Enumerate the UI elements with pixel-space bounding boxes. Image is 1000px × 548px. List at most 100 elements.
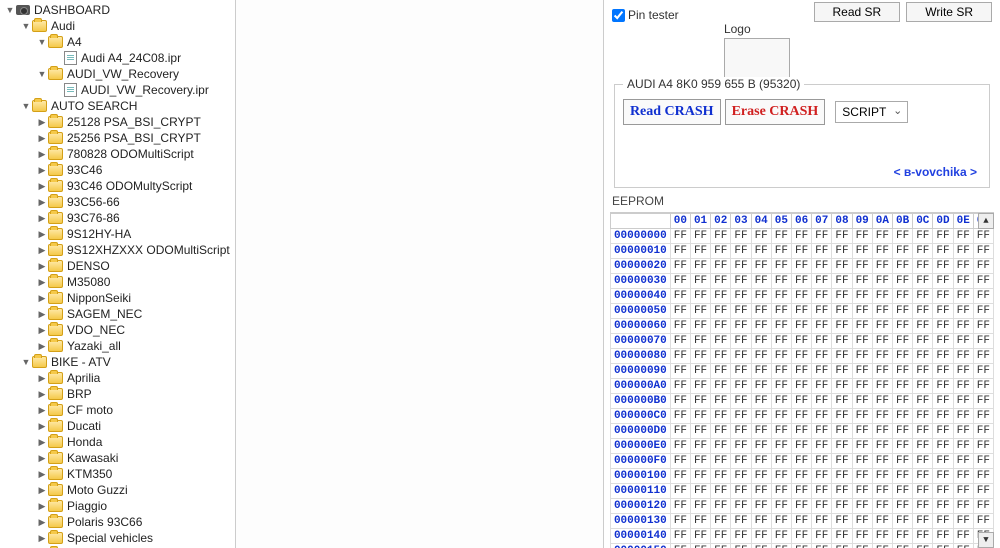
hex-cell[interactable]: FF	[852, 229, 872, 244]
hex-cell[interactable]: FF	[751, 289, 771, 304]
hex-cell[interactable]: FF	[973, 439, 993, 454]
hex-cell[interactable]: FF	[690, 379, 710, 394]
hex-cell[interactable]: FF	[731, 304, 751, 319]
hex-cell[interactable]: FF	[812, 409, 832, 424]
hex-cell[interactable]: FF	[731, 544, 751, 548]
hex-cell[interactable]: FF	[812, 469, 832, 484]
expander-icon[interactable]	[36, 324, 48, 336]
hex-cell[interactable]: FF	[751, 499, 771, 514]
hex-cell[interactable]: FF	[791, 364, 811, 379]
hex-cell[interactable]: FF	[711, 409, 731, 424]
hex-cell[interactable]: FF	[953, 529, 973, 544]
hex-cell[interactable]: FF	[832, 484, 852, 499]
hex-cell[interactable]: FF	[791, 424, 811, 439]
hex-cell[interactable]: FF	[812, 439, 832, 454]
hex-cell[interactable]: FF	[953, 514, 973, 529]
hex-cell[interactable]: FF	[670, 544, 690, 548]
hex-cell[interactable]: FF	[832, 274, 852, 289]
hex-cell[interactable]: FF	[751, 274, 771, 289]
hex-cell[interactable]: FF	[973, 274, 993, 289]
hex-cell[interactable]: FF	[670, 244, 690, 259]
hex-cell[interactable]: FF	[852, 259, 872, 274]
hex-cell[interactable]: FF	[751, 394, 771, 409]
hex-cell[interactable]: FF	[751, 379, 771, 394]
hex-cell[interactable]: FF	[670, 334, 690, 349]
hex-cell[interactable]: FF	[913, 259, 933, 274]
hex-cell[interactable]: FF	[913, 469, 933, 484]
hex-cell[interactable]: FF	[872, 469, 892, 484]
expander-icon[interactable]	[36, 388, 48, 400]
hex-cell[interactable]: FF	[690, 469, 710, 484]
hex-cell[interactable]: FF	[852, 334, 872, 349]
hex-cell[interactable]: FF	[852, 469, 872, 484]
hex-cell[interactable]: FF	[913, 439, 933, 454]
hex-cell[interactable]: FF	[852, 394, 872, 409]
hex-cell[interactable]: FF	[892, 334, 912, 349]
hex-cell[interactable]: FF	[913, 409, 933, 424]
hex-cell[interactable]: FF	[933, 334, 953, 349]
expander-icon[interactable]	[36, 500, 48, 512]
hex-cell[interactable]: FF	[771, 469, 791, 484]
hex-cell[interactable]: FF	[670, 469, 690, 484]
hex-cell[interactable]: FF	[973, 484, 993, 499]
hex-cell[interactable]: FF	[933, 454, 953, 469]
hex-cell[interactable]: FF	[670, 424, 690, 439]
hex-cell[interactable]: FF	[953, 544, 973, 548]
hex-cell[interactable]: FF	[892, 409, 912, 424]
hex-cell[interactable]: FF	[913, 244, 933, 259]
hex-cell[interactable]: FF	[872, 394, 892, 409]
hex-cell[interactable]: FF	[812, 289, 832, 304]
hex-cell[interactable]: FF	[731, 409, 751, 424]
hex-cell[interactable]: FF	[711, 544, 731, 548]
hex-cell[interactable]: FF	[812, 244, 832, 259]
hex-cell[interactable]: FF	[670, 349, 690, 364]
hex-cell[interactable]: FF	[812, 349, 832, 364]
expander-icon[interactable]	[36, 420, 48, 432]
hex-cell[interactable]: FF	[771, 349, 791, 364]
hex-cell[interactable]: FF	[731, 259, 751, 274]
hex-cell[interactable]: FF	[913, 484, 933, 499]
hex-cell[interactable]: FF	[872, 439, 892, 454]
file-tree[interactable]: DASHBOARDAudiA4Audi A4_24C08.iprAUDI_VW_…	[0, 0, 236, 548]
hex-cell[interactable]: FF	[791, 319, 811, 334]
hex-cell[interactable]: FF	[751, 244, 771, 259]
hex-cell[interactable]: FF	[892, 319, 912, 334]
tree-item[interactable]: 9S12XHZXXX ODOMultiScript	[0, 242, 235, 258]
hex-cell[interactable]: FF	[771, 529, 791, 544]
hex-cell[interactable]: FF	[872, 304, 892, 319]
hex-cell[interactable]: FF	[771, 229, 791, 244]
hex-cell[interactable]: FF	[670, 304, 690, 319]
tree-item[interactable]: 780828 ODOMultiScript	[0, 146, 235, 162]
hex-cell[interactable]: FF	[973, 289, 993, 304]
hex-cell[interactable]: FF	[953, 484, 973, 499]
hex-cell[interactable]: FF	[832, 439, 852, 454]
expander-icon[interactable]	[4, 4, 16, 16]
expander-icon[interactable]	[36, 452, 48, 464]
hex-cell[interactable]: FF	[973, 424, 993, 439]
hex-cell[interactable]: FF	[791, 259, 811, 274]
hex-cell[interactable]: FF	[812, 484, 832, 499]
hex-cell[interactable]: FF	[872, 274, 892, 289]
expander-icon[interactable]	[36, 532, 48, 544]
hex-cell[interactable]: FF	[812, 304, 832, 319]
tree-item[interactable]: 9S12HY-HA	[0, 226, 235, 242]
hex-cell[interactable]: FF	[953, 364, 973, 379]
hex-cell[interactable]: FF	[791, 349, 811, 364]
hex-cell[interactable]: FF	[690, 544, 710, 548]
hex-cell[interactable]: FF	[690, 484, 710, 499]
hex-cell[interactable]: FF	[933, 469, 953, 484]
expander-icon[interactable]	[20, 356, 32, 368]
hex-cell[interactable]: FF	[872, 244, 892, 259]
hex-cell[interactable]: FF	[690, 289, 710, 304]
hex-cell[interactable]: FF	[973, 469, 993, 484]
hex-cell[interactable]: FF	[791, 244, 811, 259]
expander-icon[interactable]	[36, 372, 48, 384]
hex-cell[interactable]: FF	[913, 394, 933, 409]
hex-cell[interactable]: FF	[711, 454, 731, 469]
hex-cell[interactable]: FF	[933, 364, 953, 379]
expander-icon[interactable]	[20, 100, 32, 112]
hex-cell[interactable]: FF	[953, 349, 973, 364]
hex-cell[interactable]: FF	[690, 394, 710, 409]
hex-cell[interactable]: FF	[872, 364, 892, 379]
hex-cell[interactable]: FF	[731, 439, 751, 454]
